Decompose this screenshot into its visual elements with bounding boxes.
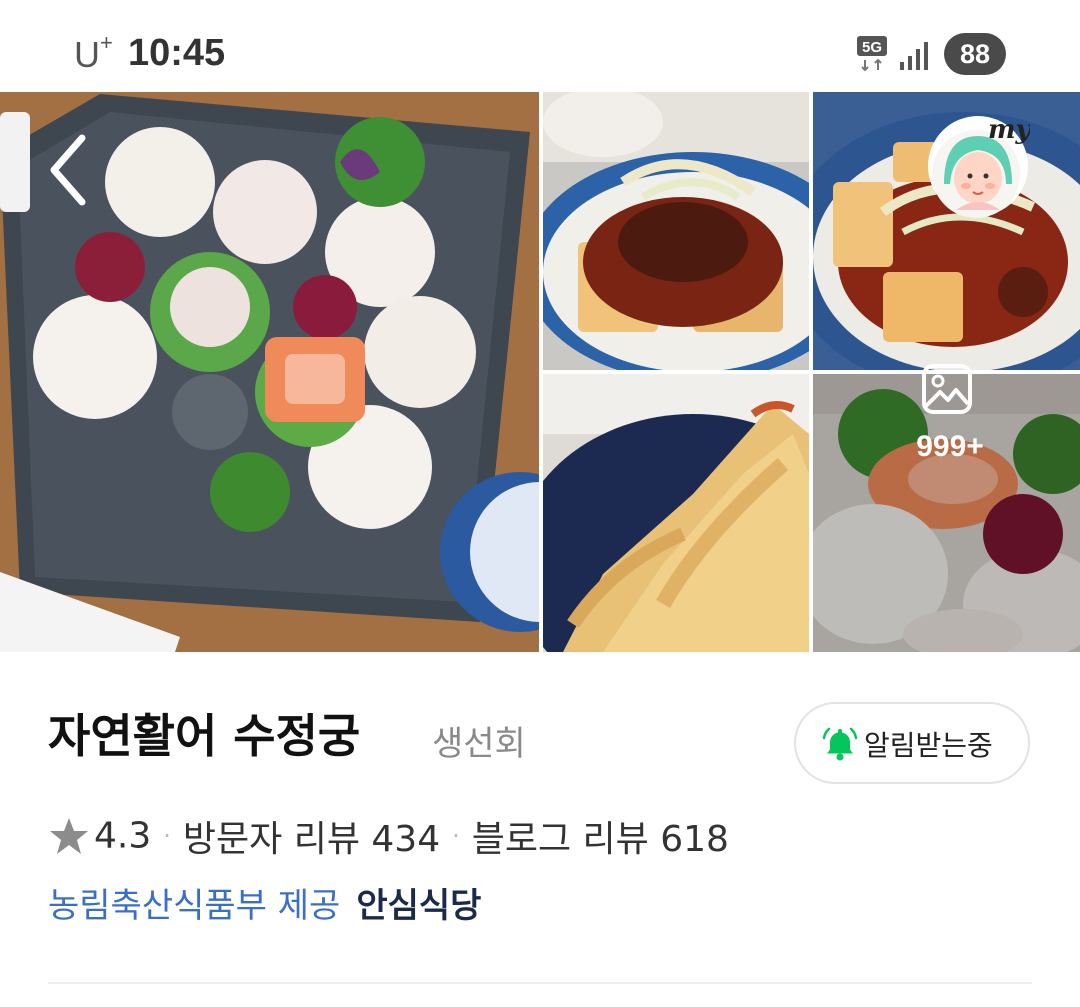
provider-link[interactable]: 농림축산식품부 제공 bbox=[48, 886, 340, 926]
place-name: 자연활어 수정궁 bbox=[48, 709, 361, 763]
star-icon bbox=[50, 818, 88, 854]
photo-gallery bbox=[0, 92, 1080, 652]
notification-button[interactable]: 알림받는중 bbox=[794, 702, 1030, 784]
tempura-photo[interactable] bbox=[543, 374, 809, 652]
svg-text:my: my bbox=[988, 115, 1030, 145]
status-bar: U+ 10:45 5G 88 bbox=[0, 0, 1080, 92]
back-button[interactable] bbox=[40, 130, 100, 210]
status-time: 10:45 bbox=[128, 32, 226, 74]
image-icon bbox=[922, 364, 972, 414]
place-category: 생선회 bbox=[432, 724, 526, 764]
more-photos-count[interactable]: 999+ bbox=[895, 430, 1005, 464]
rating-row: 4.3 · 방문자 리뷰 434 · 블로그 리뷰 618 bbox=[48, 810, 729, 860]
braised-tofu-photo[interactable] bbox=[543, 92, 809, 370]
my-avatar-icon[interactable]: my bbox=[926, 114, 1030, 218]
safe-restaurant-badge: 안심식당 bbox=[356, 886, 482, 926]
signal-strength-icon bbox=[900, 42, 928, 70]
safe-restaurant-row: 농림축산식품부 제공 안심식당 bbox=[48, 878, 481, 927]
notification-label: 알림받는중 bbox=[864, 729, 993, 762]
svg-text:5G: 5G bbox=[862, 39, 882, 56]
divider bbox=[48, 982, 1032, 984]
chevron-left-icon bbox=[50, 134, 86, 206]
carrier-label: U+ bbox=[74, 30, 113, 75]
separator-dot: · bbox=[163, 822, 171, 850]
separator-dot: · bbox=[452, 822, 460, 850]
blog-reviews-link[interactable]: 블로그 리뷰 618 bbox=[472, 819, 729, 860]
rating-value: 4.3 bbox=[94, 815, 152, 857]
bell-icon bbox=[822, 727, 858, 761]
battery-indicator: 88 bbox=[944, 33, 1006, 75]
visitor-reviews-link[interactable]: 방문자 리뷰 434 bbox=[183, 819, 440, 860]
5g-network-icon: 5G bbox=[857, 36, 887, 72]
